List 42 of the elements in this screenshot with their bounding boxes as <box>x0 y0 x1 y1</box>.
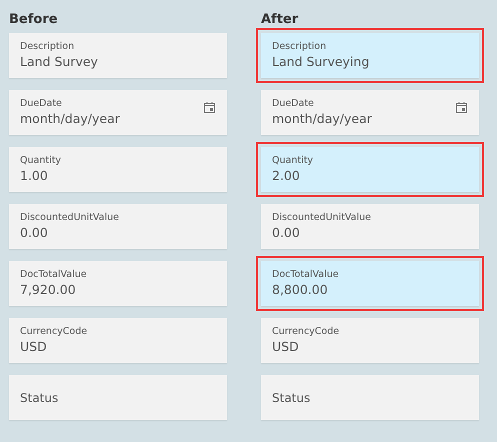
field-label: DiscountedUnitValue <box>272 211 372 224</box>
input-field[interactable]: Description Land Survey <box>9 33 227 78</box>
input-field[interactable]: Description Land Surveying <box>261 33 479 78</box>
field-value: 7,920.00 <box>20 281 76 298</box>
input-field[interactable]: DocTotalValue 7,920.00 <box>9 261 227 306</box>
field-placeholder: month/day/year <box>272 110 372 127</box>
field-label: Description <box>272 40 326 53</box>
field-label: Quantity <box>20 154 62 167</box>
calendar-icon[interactable] <box>456 102 467 113</box>
field-label: DiscountedUnitValue <box>20 211 120 224</box>
field-label: Description <box>20 40 74 53</box>
field-value: 1.00 <box>20 167 48 184</box>
input-field[interactable]: Status <box>261 375 479 420</box>
input-field[interactable]: Quantity 2.00 <box>261 147 479 192</box>
field-label: CurrencyCode <box>272 325 340 338</box>
column-heading: Before <box>9 11 59 29</box>
field-value: USD <box>272 338 299 355</box>
input-field[interactable]: DiscountedUnitValue 0.00 <box>261 204 479 249</box>
input-field[interactable]: CurrencyCode USD <box>9 318 227 363</box>
input-field[interactable]: CurrencyCode USD <box>261 318 479 363</box>
column-heading: After <box>261 11 300 29</box>
calendar-icon[interactable] <box>204 102 215 113</box>
input-field[interactable]: DiscountedUnitValue 0.00 <box>9 204 227 249</box>
field-value: Land Surveying <box>272 53 370 70</box>
field-label: Quantity <box>272 154 314 167</box>
field-label: DueDate <box>20 97 62 110</box>
input-field[interactable]: Status <box>9 375 227 420</box>
field-label: DocTotalValue <box>20 268 87 281</box>
field-label: DocTotalValue <box>272 268 339 281</box>
date-field[interactable]: DueDate month/day/year <box>9 90 227 135</box>
field-value: 8,800.00 <box>272 281 328 298</box>
field-value: 0.00 <box>272 224 300 241</box>
field-label: CurrencyCode <box>20 325 88 338</box>
input-field[interactable]: Quantity 1.00 <box>9 147 227 192</box>
field-value: 0.00 <box>20 224 48 241</box>
field-value: USD <box>20 338 47 355</box>
input-field[interactable]: DocTotalValue 8,800.00 <box>261 261 479 306</box>
field-placeholder: month/day/year <box>20 110 120 127</box>
field-label: DueDate <box>272 97 314 110</box>
field-value: 2.00 <box>272 167 300 184</box>
date-field[interactable]: DueDate month/day/year <box>261 90 479 135</box>
field-value: Land Survey <box>20 53 98 70</box>
